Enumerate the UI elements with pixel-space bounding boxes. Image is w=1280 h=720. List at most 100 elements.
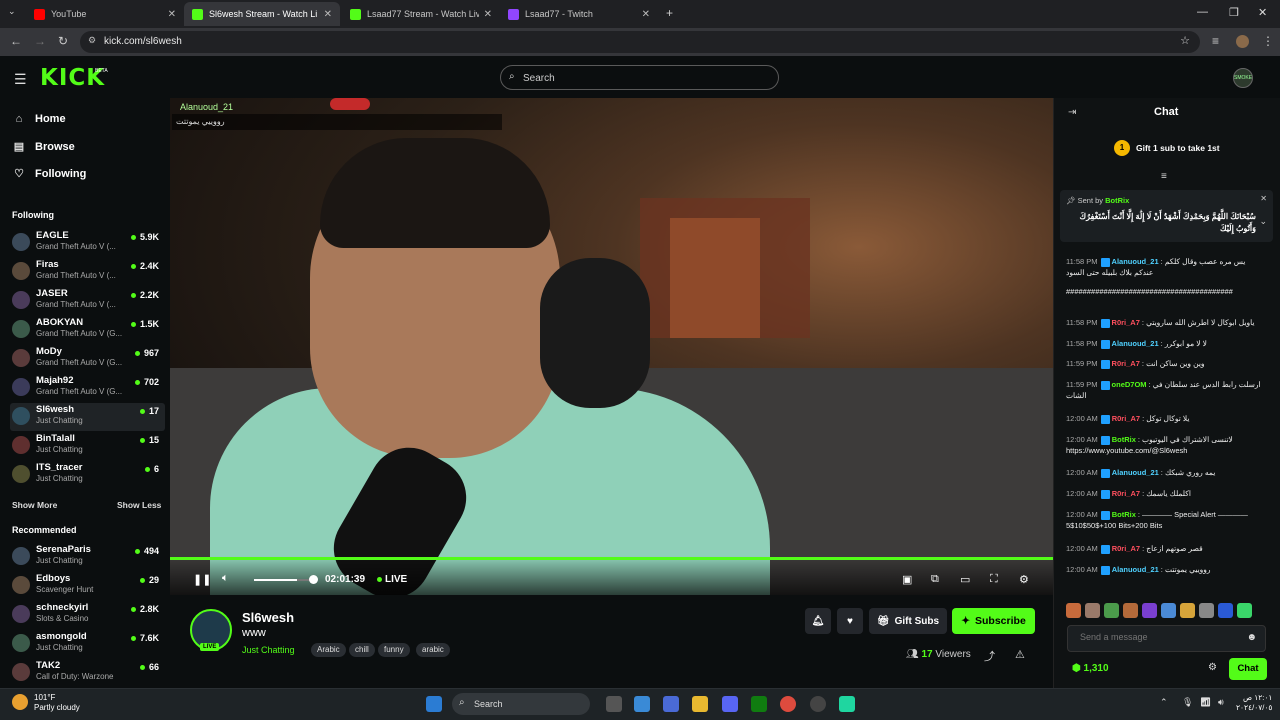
message-username[interactable]: Alanuoud_21 <box>1112 468 1159 477</box>
channel-item[interactable]: ABOKYAN Grand Theft Auto V (G... 1.5K <box>10 316 165 344</box>
emote[interactable] <box>1199 603 1214 618</box>
pause-icon[interactable]: ❚❚ <box>193 573 211 586</box>
weather-icon[interactable] <box>12 694 28 710</box>
live-indicator[interactable]: LIVE <box>377 574 407 585</box>
channel-points[interactable]: ⬢ 1,310 <box>1072 663 1109 674</box>
taskbar-search[interactable]: ⌕ Search <box>452 693 590 715</box>
theater-mode-icon[interactable]: ▭ <box>960 573 970 586</box>
gift-subs-button[interactable]: 🎁︎ Gift Subs <box>869 608 947 634</box>
nav-browse[interactable]: ▤ Browse <box>13 140 75 154</box>
store-icon[interactable] <box>663 696 679 712</box>
message-username[interactable]: R0ri_A7 <box>1112 489 1140 498</box>
minimize-icon[interactable]: — <box>1197 6 1208 18</box>
show-less-link[interactable]: Show Less <box>117 500 161 510</box>
reload-icon[interactable]: ↻ <box>58 34 68 48</box>
close-tab-icon[interactable]: ✕ <box>484 9 492 20</box>
chrome-icon[interactable] <box>780 696 796 712</box>
clip-icon[interactable]: ⧉ <box>931 573 939 586</box>
emote[interactable] <box>1161 603 1176 618</box>
video-player[interactable] <box>170 98 1053 595</box>
emoji-icon[interactable]: ☻ <box>1246 632 1257 643</box>
streamer-name[interactable]: Sl6wesh <box>242 610 294 625</box>
reading-list-icon[interactable]: ≡ <box>1212 34 1219 48</box>
nav-following[interactable]: ♡ Following <box>13 167 86 181</box>
message-username[interactable]: oneD7OM <box>1112 380 1147 389</box>
channel-item[interactable]: JASER Grand Theft Auto V (... 2.2K <box>10 287 165 315</box>
channel-item[interactable]: asmongold Just Chatting 7.6K <box>10 630 165 658</box>
tag-chip[interactable]: Arabic <box>311 643 346 657</box>
channel-item[interactable]: schneckyirl Slots & Casino 2.8K <box>10 601 165 629</box>
back-icon[interactable]: ← <box>10 34 22 48</box>
nav-home[interactable]: ⌂ Home <box>13 113 66 125</box>
site-info-icon[interactable]: ⚙ <box>88 35 96 46</box>
collapse-chat-icon[interactable]: ⇥ <box>1068 107 1076 118</box>
tag-chip[interactable]: arabic <box>416 643 450 657</box>
channel-item[interactable]: BinTalall Just Chatting 15 <box>10 432 165 460</box>
microphone-icon[interactable]: 🎙︎ <box>1182 697 1193 708</box>
system-clock[interactable]: ١٢:٠١ ص ٢٠٢٤/٠٧/٠٥ <box>1236 693 1272 713</box>
close-tab-icon[interactable]: ✕ <box>324 9 332 20</box>
wifi-icon[interactable]: 📶︎ <box>1200 697 1211 708</box>
emote[interactable] <box>1218 603 1233 618</box>
speaker-icon[interactable]: 🔊︎ <box>1218 697 1224 708</box>
chat-settings-icon[interactable]: ⚙ <box>1208 662 1217 673</box>
miniplayer-icon[interactable]: ▣ <box>902 573 912 586</box>
message-username[interactable]: R0ri_A7 <box>1112 359 1140 368</box>
discord-icon[interactable] <box>722 696 738 712</box>
message-username[interactable]: Alanuoud_21 <box>1112 339 1159 348</box>
message-username[interactable]: R0ri_A7 <box>1112 414 1140 423</box>
tag-chip[interactable]: funny <box>378 643 410 657</box>
show-more-link[interactable]: Show More <box>12 500 57 510</box>
notification-bell-button[interactable]: 🔔︎ <box>805 608 831 634</box>
tab-lsaad77-twitch[interactable]: Lsaad77 - Twitch ✕ <box>500 2 658 26</box>
tab-list-chevron-icon[interactable]: ⌄ <box>8 6 16 17</box>
weather-widget[interactable]: 101°F Partly cloudy <box>34 693 80 713</box>
volume-slider[interactable] <box>254 575 318 584</box>
message-username[interactable]: R0ri_A7 <box>1112 318 1140 327</box>
channel-item[interactable]: Firas Grand Theft Auto V (... 2.4K <box>10 258 165 286</box>
filter-icon[interactable]: ≡ <box>1161 171 1167 182</box>
channel-item[interactable]: MoDy Grand Theft Auto V (G... 967 <box>10 345 165 373</box>
emote[interactable] <box>1180 603 1195 618</box>
channel-item[interactable]: Majah92 Grand Theft Auto V (G... 702 <box>10 374 165 402</box>
tab-sl6wesh[interactable]: Sl6wesh Stream - Watch Live ✕ <box>184 2 340 26</box>
volume-icon[interactable]: 🔈︎ <box>222 572 229 585</box>
message-username[interactable]: BotRix <box>1112 435 1136 444</box>
tab-lsaad77-kick[interactable]: Lsaad77 Stream - Watch Live o ✕ <box>342 2 500 26</box>
app-icon[interactable] <box>810 696 826 712</box>
user-avatar[interactable]: SMOKE <box>1233 68 1253 88</box>
gift-leaderboard-banner[interactable]: 1 Gift 1 sub to take 1st <box>1114 140 1220 156</box>
profile-avatar[interactable] <box>1236 35 1249 48</box>
subscribe-button[interactable]: ✦ Subscribe <box>952 608 1035 634</box>
new-tab-icon[interactable]: + <box>666 6 673 20</box>
send-chat-button[interactable]: Chat <box>1229 658 1267 680</box>
channel-item[interactable]: Sl6wesh Just Chatting 17 <box>10 403 165 431</box>
emote[interactable] <box>1142 603 1157 618</box>
category-link[interactable]: Just Chatting <box>242 645 295 655</box>
volume-knob[interactable] <box>309 575 318 584</box>
chat-message-input[interactable]: ☻ <box>1067 625 1266 652</box>
follow-button[interactable]: ♥ <box>837 608 863 634</box>
windows-start-icon[interactable] <box>426 696 442 712</box>
message-username[interactable]: Alanuoud_21 <box>1112 565 1159 574</box>
browser-menu-icon[interactable]: ⋮ <box>1262 34 1274 48</box>
file-explorer-icon[interactable] <box>692 696 708 712</box>
tab-youtube[interactable]: YouTube ✕ <box>26 2 184 26</box>
fullscreen-icon[interactable]: ⛶ <box>990 573 998 586</box>
progress-bar[interactable] <box>170 557 1053 560</box>
copilot-icon[interactable] <box>634 696 650 712</box>
emote[interactable] <box>1066 603 1081 618</box>
maximize-icon[interactable]: ❐ <box>1229 6 1239 19</box>
emote[interactable] <box>1104 603 1119 618</box>
message-username[interactable]: BotRix <box>1112 510 1136 519</box>
emote[interactable] <box>1123 603 1138 618</box>
address-bar[interactable]: ⚙ kick.com/sl6wesh ☆ <box>80 31 1200 53</box>
tag-chip[interactable]: chill <box>349 643 375 657</box>
channel-item[interactable]: Edboys Scavenger Hunt 29 <box>10 572 165 600</box>
xbox-icon[interactable] <box>751 696 767 712</box>
search-input[interactable]: ⌕ Search <box>500 65 779 90</box>
pinned-message[interactable]: 📌︎ Sent by BotRix سُبْحَانَكَ اللَّهُمَّ… <box>1060 190 1273 242</box>
chat-input-field[interactable] <box>1080 632 1240 642</box>
close-tab-icon[interactable]: ✕ <box>642 9 650 20</box>
channel-item[interactable]: TAK2 Call of Duty: Warzone 66 <box>10 659 165 687</box>
